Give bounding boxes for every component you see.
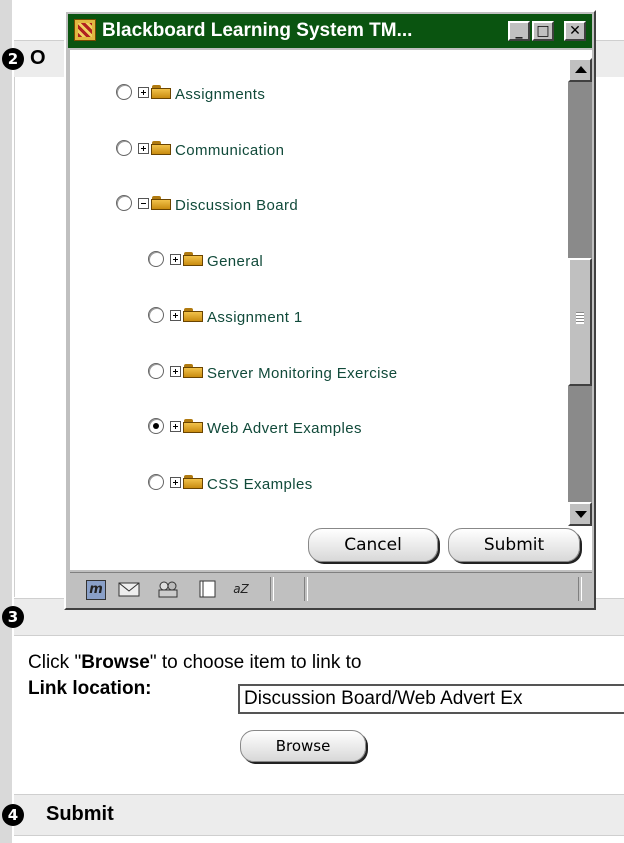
popup-window: Blackboard Learning System TM... _ □ ✕ A…: [64, 10, 596, 610]
folder-icon: [183, 251, 205, 267]
tree-item-label[interactable]: Web Advert Examples: [207, 420, 362, 437]
folder-icon: [151, 84, 173, 100]
cancel-button[interactable]: Cancel: [308, 528, 438, 562]
scroll-down-button[interactable]: [568, 502, 592, 526]
tree-item-radio[interactable]: [148, 418, 164, 434]
submit-button[interactable]: Submit: [448, 528, 580, 562]
mail-icon[interactable]: [118, 580, 140, 598]
folder-icon: [151, 140, 173, 156]
expand-icon[interactable]: [138, 86, 149, 98]
tree-item-label[interactable]: Assignments: [175, 86, 265, 103]
expand-icon[interactable]: [170, 476, 181, 488]
tree-item-radio[interactable]: [148, 251, 164, 267]
expand-icon[interactable]: [170, 309, 181, 321]
step2-number: 2: [2, 48, 24, 70]
page-left-gutter: [0, 0, 12, 843]
grip-icon: [576, 312, 584, 324]
tree-item-label[interactable]: Server Monitoring Exercise: [207, 365, 397, 382]
tree-item-radio[interactable]: [148, 474, 164, 490]
tree-item[interactable]: Assignment 1: [148, 303, 303, 327]
status-separator: [578, 577, 582, 601]
folder-icon: [183, 474, 205, 490]
tree-item-radio[interactable]: [116, 84, 132, 100]
scroll-thumb[interactable]: [568, 258, 592, 386]
tree-item-label[interactable]: General: [207, 253, 263, 270]
folder-icon: [183, 363, 205, 379]
status-separator: [304, 577, 308, 601]
tree-item[interactable]: Web Advert Examples: [148, 414, 362, 438]
tree-item[interactable]: Communication: [116, 136, 284, 160]
expand-icon[interactable]: [170, 420, 181, 432]
folder-icon: [183, 418, 205, 434]
link-location-label: Link location:: [28, 678, 152, 699]
tree-item[interactable]: Discussion Board: [116, 191, 298, 215]
arrow-down-icon: [575, 511, 587, 518]
status-bar: m aZ: [70, 572, 592, 605]
popup-titlebar[interactable]: Blackboard Learning System TM... _ □ ✕: [68, 14, 592, 48]
maximize-button[interactable]: □: [532, 21, 554, 41]
link-location-field[interactable]: Discussion Board/Web Advert Ex: [238, 684, 624, 714]
expand-icon[interactable]: [138, 142, 149, 154]
az-icon[interactable]: aZ: [228, 580, 254, 598]
scroll-up-button[interactable]: [568, 58, 592, 82]
m-icon[interactable]: m: [86, 580, 106, 600]
expand-icon[interactable]: [170, 365, 181, 377]
composer-icon[interactable]: [198, 580, 218, 598]
arrow-up-icon: [575, 66, 587, 73]
tree-item-label[interactable]: Assignment 1: [207, 309, 303, 326]
tree-item[interactable]: Server Monitoring Exercise: [148, 359, 397, 383]
folder-icon: [151, 195, 173, 211]
people-icon[interactable]: [156, 580, 182, 598]
close-button[interactable]: ✕: [564, 21, 586, 41]
tree-item[interactable]: Assignments: [116, 80, 265, 104]
minimize-button[interactable]: _: [508, 21, 530, 41]
maximize-icon: □: [536, 23, 550, 39]
step3-number: 3: [2, 606, 24, 628]
tree-item-radio[interactable]: [116, 195, 132, 211]
folder-icon: [183, 307, 205, 323]
vertical-scrollbar[interactable]: [568, 58, 592, 526]
tree-item-label[interactable]: Communication: [175, 142, 284, 159]
close-icon: ✕: [569, 23, 581, 39]
blackboard-app-icon: [74, 19, 96, 41]
tree-item-label[interactable]: CSS Examples: [207, 476, 313, 493]
step2-title: O: [30, 47, 46, 69]
step4-title: Submit: [46, 803, 114, 825]
expand-icon[interactable]: [170, 253, 181, 265]
tree-item[interactable]: CSS Examples: [148, 470, 313, 494]
tree-item-radio[interactable]: [116, 140, 132, 156]
status-separator: [270, 577, 274, 601]
step3-instruction: Click "Browse" to choose item to link to: [28, 652, 362, 673]
browse-button[interactable]: Browse: [240, 730, 366, 762]
step4-header: 4 Submit: [2, 794, 624, 836]
tree-item-label[interactable]: Discussion Board: [175, 197, 298, 214]
tree-item-radio[interactable]: [148, 363, 164, 379]
step4-number: 4: [2, 804, 24, 826]
tree-item-radio[interactable]: [148, 307, 164, 323]
minimize-icon: _: [515, 23, 523, 39]
collapse-icon[interactable]: [138, 197, 149, 209]
tree-item[interactable]: General: [148, 247, 263, 271]
popup-content: Assignments Communication Discussion Board…: [70, 50, 592, 570]
popup-title: Blackboard Learning System TM...: [102, 20, 413, 41]
